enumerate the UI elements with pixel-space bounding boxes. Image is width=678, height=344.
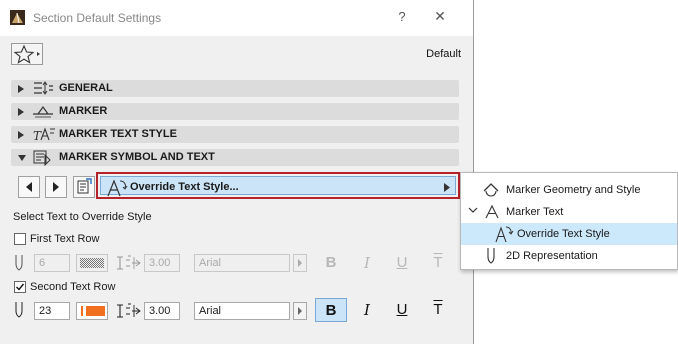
section-marker-text-style[interactable]: T MARKER TEXT STYLE bbox=[11, 126, 459, 143]
font-selector[interactable]: Arial bbox=[194, 302, 290, 320]
width-factor-field[interactable]: 3.00 bbox=[144, 302, 180, 320]
text-icon bbox=[485, 204, 499, 219]
popup-item-label: 2D Representation bbox=[506, 250, 598, 262]
second-text-row-checkbox[interactable] bbox=[14, 281, 26, 293]
page-selector-popup: Marker Geometry and Style Marker Text Ov… bbox=[460, 172, 678, 270]
pen-color-selector[interactable] bbox=[76, 302, 108, 320]
page-selector-dropdown[interactable]: Override Text Style... bbox=[96, 172, 460, 199]
strikethrough-button[interactable]: T bbox=[422, 298, 454, 322]
symbol-text-icon bbox=[33, 150, 51, 166]
favorite-default-label: Default bbox=[426, 48, 461, 60]
expand-arrow-icon bbox=[18, 131, 24, 139]
popup-item-marker-geometry[interactable]: Marker Geometry and Style bbox=[461, 179, 677, 201]
section-marker-symbol-and-text[interactable]: MARKER SYMBOL AND TEXT bbox=[11, 149, 459, 166]
text-size-field[interactable]: 6 bbox=[34, 254, 70, 272]
width-factor-field[interactable]: 3.00 bbox=[144, 254, 180, 272]
page-list-button[interactable] bbox=[73, 176, 95, 198]
pen-separator bbox=[81, 306, 83, 316]
italic-button[interactable]: I bbox=[351, 298, 383, 322]
collapse-arrow-icon bbox=[18, 155, 26, 161]
bold-button[interactable]: B bbox=[315, 298, 347, 322]
pen-color-selector[interactable] bbox=[76, 254, 108, 272]
popup-item-marker-text[interactable]: Marker Text bbox=[461, 201, 677, 223]
submenu-arrow-icon bbox=[444, 183, 450, 192]
help-button[interactable]: ? bbox=[394, 9, 410, 24]
pattern-swatch-icon bbox=[80, 258, 104, 268]
second-text-row-label: Second Text Row bbox=[30, 281, 116, 293]
popup-item-2d-representation[interactable]: 2D Representation bbox=[461, 245, 677, 267]
arrow-left-icon bbox=[26, 182, 32, 192]
arrow-right-icon bbox=[53, 182, 59, 192]
section-marker[interactable]: MARKER bbox=[11, 103, 459, 120]
strikethrough-button[interactable]: T bbox=[422, 251, 454, 275]
width-factor-icon bbox=[117, 255, 141, 270]
popup-item-label: Override Text Style bbox=[517, 228, 610, 240]
popup-item-label: Marker Text bbox=[506, 206, 564, 218]
general-settings-icon bbox=[34, 81, 53, 95]
popup-item-label: Marker Geometry and Style bbox=[506, 184, 641, 196]
override-text-style-icon bbox=[107, 179, 128, 197]
pen-icon bbox=[487, 248, 495, 264]
chevron-down-icon bbox=[468, 207, 478, 213]
settings-dialog: Section Default Settings ? ✕ Default GEN… bbox=[0, 0, 474, 344]
font-selector[interactable]: Arial bbox=[194, 254, 290, 272]
text-size-field[interactable]: 23 bbox=[34, 302, 70, 320]
italic-button[interactable]: I bbox=[351, 251, 383, 275]
expand-arrow-icon bbox=[18, 85, 24, 93]
font-dropdown-button[interactable] bbox=[293, 254, 307, 272]
star-icon bbox=[13, 44, 40, 64]
section-label: GENERAL bbox=[59, 82, 113, 94]
app-icon bbox=[10, 10, 25, 25]
section-label: MARKER SYMBOL AND TEXT bbox=[59, 151, 215, 163]
bold-button[interactable]: B bbox=[315, 251, 347, 275]
dropdown-label: Override Text Style... bbox=[130, 181, 239, 193]
first-text-row-checkbox[interactable] bbox=[14, 233, 26, 245]
marker-icon bbox=[33, 105, 53, 118]
favorites-button[interactable] bbox=[11, 43, 43, 65]
chevron-right-icon bbox=[298, 259, 302, 267]
pen-icon bbox=[15, 255, 23, 271]
checkmark-icon bbox=[16, 283, 25, 291]
svg-text:T: T bbox=[33, 129, 42, 143]
first-text-row-label: First Text Row bbox=[30, 233, 100, 245]
expand-arrow-icon bbox=[18, 108, 24, 116]
text-style-icon: T bbox=[33, 127, 55, 143]
chevron-right-icon bbox=[298, 307, 302, 315]
section-general[interactable]: GENERAL bbox=[11, 80, 459, 97]
close-button[interactable]: ✕ bbox=[432, 8, 448, 25]
underline-button[interactable]: U bbox=[386, 251, 418, 275]
page-list-icon bbox=[77, 178, 92, 194]
override-text-style-icon bbox=[495, 226, 514, 243]
previous-page-button[interactable] bbox=[18, 176, 40, 198]
pen-icon bbox=[15, 302, 23, 318]
width-factor-icon bbox=[117, 303, 141, 318]
font-dropdown-button[interactable] bbox=[293, 302, 307, 320]
popup-item-override-text-style[interactable]: Override Text Style bbox=[461, 223, 677, 245]
underline-button[interactable]: U bbox=[386, 298, 418, 322]
select-text-label: Select Text to Override Style bbox=[13, 211, 152, 223]
window-title: Section Default Settings bbox=[33, 11, 162, 25]
section-label: MARKER TEXT STYLE bbox=[59, 128, 177, 140]
title-bar: Section Default Settings ? ✕ bbox=[0, 0, 473, 36]
marker-geometry-icon bbox=[483, 183, 499, 197]
pen-color-swatch bbox=[86, 306, 105, 316]
section-label: MARKER bbox=[59, 105, 108, 117]
next-page-button[interactable] bbox=[45, 176, 67, 198]
